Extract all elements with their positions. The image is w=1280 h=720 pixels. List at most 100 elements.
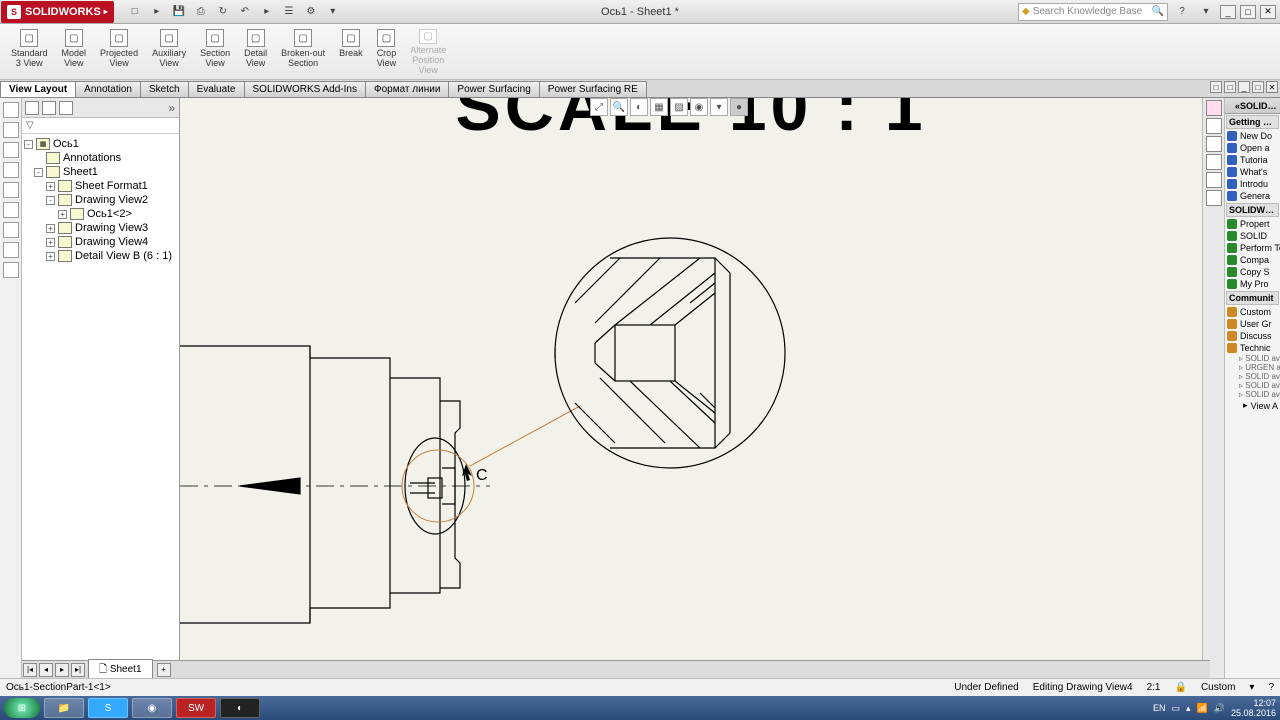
- task-pane-item[interactable]: Compa: [1225, 254, 1280, 266]
- tool-icon[interactable]: [3, 142, 19, 158]
- ribbon-button[interactable]: ▢SectionView: [193, 26, 237, 78]
- custom-props-tab-icon[interactable]: [1206, 190, 1222, 206]
- command-tab[interactable]: Sketch: [140, 81, 189, 97]
- skype-task-icon[interactable]: S: [88, 698, 128, 718]
- print-icon[interactable]: ⎙: [191, 3, 211, 21]
- collapse-icon[interactable]: »: [168, 101, 175, 115]
- tool-icon[interactable]: [3, 182, 19, 198]
- start-button[interactable]: ⊞: [4, 698, 40, 718]
- sheet-nav-prev[interactable]: ◂: [39, 663, 53, 677]
- more-icon[interactable]: ▾: [323, 3, 343, 21]
- tool-icon[interactable]: [3, 122, 19, 138]
- tree-item[interactable]: +Drawing View4: [24, 235, 177, 249]
- file-explorer-tab-icon[interactable]: [1206, 136, 1222, 152]
- tool-icon[interactable]: [3, 102, 19, 118]
- panel-btn-2[interactable]: □: [1224, 81, 1236, 93]
- task-pane-sub[interactable]: ▹ SOLID available: [1225, 354, 1280, 363]
- lock-icon[interactable]: 🔒: [1175, 682, 1187, 693]
- task-pane-item[interactable]: Perform Test: [1225, 242, 1280, 254]
- task-pane-item[interactable]: SOLID: [1225, 230, 1280, 242]
- feature-tree[interactable]: -▦ Ось1 Annotations-Sheet1+Sheet Format1…: [22, 134, 179, 678]
- task-pane-item[interactable]: Custom: [1225, 306, 1280, 318]
- tp-section-getting-started[interactable]: Getting Sta: [1226, 115, 1279, 129]
- add-sheet-button[interactable]: +: [157, 663, 171, 677]
- select-icon[interactable]: ▸: [257, 3, 277, 21]
- close-button[interactable]: ✕: [1260, 5, 1276, 19]
- task-pane-item[interactable]: Technic: [1225, 342, 1280, 354]
- tray-up-icon[interactable]: ▴: [1186, 703, 1191, 714]
- help-icon[interactable]: ?: [1172, 3, 1192, 21]
- solidworks-task-icon[interactable]: SW: [176, 698, 216, 718]
- tray-clock[interactable]: 12:07 25.08.2016: [1231, 698, 1276, 718]
- tray-volume-icon[interactable]: 🔊: [1214, 703, 1225, 714]
- save-icon[interactable]: 💾: [169, 3, 189, 21]
- status-units[interactable]: Custom: [1201, 682, 1235, 693]
- tree-item[interactable]: +Ось1<2>: [24, 207, 177, 221]
- ribbon-button[interactable]: ▢AuxiliaryView: [145, 26, 193, 78]
- task-pane-item[interactable]: Propert: [1225, 218, 1280, 230]
- settings-icon[interactable]: ⚙: [301, 3, 321, 21]
- tray-flag-icon[interactable]: ▭: [1171, 703, 1180, 714]
- task-pane-sub[interactable]: ▹ SOLID available: [1225, 390, 1280, 399]
- undo-icon[interactable]: ↶: [235, 3, 255, 21]
- resources-tab-icon[interactable]: [1206, 100, 1222, 116]
- command-tab[interactable]: View Layout: [0, 81, 76, 97]
- command-tab[interactable]: Power Surfacing: [448, 81, 539, 97]
- tree-tab-icon[interactable]: [59, 101, 73, 115]
- open-icon[interactable]: ▸: [147, 3, 167, 21]
- drawing-canvas[interactable]: SCALE 10 : 1: [180, 98, 1202, 678]
- panel-btn-5[interactable]: ✕: [1266, 81, 1278, 93]
- sheet-nav-first[interactable]: |◂: [23, 663, 37, 677]
- tree-item[interactable]: +Detail View B (6 : 1): [24, 249, 177, 263]
- tool-icon[interactable]: [3, 262, 19, 278]
- view-settings-icon[interactable]: ▾: [710, 98, 728, 116]
- task-pane-item[interactable]: Tutoria: [1225, 154, 1280, 166]
- options-icon[interactable]: ☰: [279, 3, 299, 21]
- detail-view[interactable]: [555, 238, 785, 468]
- ribbon-button[interactable]: ▢DetailView: [237, 26, 274, 78]
- task-pane-item[interactable]: Open a: [1225, 142, 1280, 154]
- prev-view-icon[interactable]: ◐: [630, 98, 648, 116]
- tree-root[interactable]: -▦ Ось1: [24, 137, 177, 151]
- maximize-button[interactable]: □: [1240, 5, 1256, 19]
- task-pane-header[interactable]: « SOLID…: [1225, 98, 1280, 114]
- tree-item[interactable]: Annotations: [24, 151, 177, 165]
- task-pane-item[interactable]: User Gr: [1225, 318, 1280, 330]
- dropdown-icon[interactable]: ▾: [1196, 3, 1216, 21]
- panel-btn-3[interactable]: _: [1238, 81, 1250, 93]
- task-pane-item[interactable]: Discuss: [1225, 330, 1280, 342]
- tree-item[interactable]: -Drawing View2: [24, 193, 177, 207]
- tree-item[interactable]: +Sheet Format1: [24, 179, 177, 193]
- panel-btn-1[interactable]: □: [1210, 81, 1222, 93]
- new-icon[interactable]: □: [125, 3, 145, 21]
- tree-item[interactable]: +Drawing View3: [24, 221, 177, 235]
- display-style-icon[interactable]: ▨: [670, 98, 688, 116]
- status-dropdown-icon[interactable]: ▾: [1249, 682, 1254, 693]
- tree-tab-icon[interactable]: [25, 101, 39, 115]
- task-pane-item[interactable]: What's: [1225, 166, 1280, 178]
- task-pane-sub[interactable]: ▹ URGEN available: [1225, 363, 1280, 372]
- command-tab[interactable]: Формат линии: [365, 81, 449, 97]
- panel-btn-4[interactable]: □: [1252, 81, 1264, 93]
- task-pane-sub[interactable]: ▹ SOLID available: [1225, 381, 1280, 390]
- search-icon[interactable]: 🔍: [1152, 6, 1164, 17]
- view-palette-tab-icon[interactable]: [1206, 154, 1222, 170]
- rebuild-icon[interactable]: ↻: [213, 3, 233, 21]
- minimize-button[interactable]: _: [1220, 5, 1236, 19]
- section-view-icon[interactable]: ▦: [650, 98, 668, 116]
- task-pane-item[interactable]: Genera: [1225, 190, 1280, 202]
- chrome-task-icon[interactable]: ◉: [132, 698, 172, 718]
- tp-view-all[interactable]: ▸ View A: [1225, 399, 1280, 412]
- tool-icon[interactable]: [3, 162, 19, 178]
- sheet-nav-next[interactable]: ▸: [55, 663, 69, 677]
- status-help-icon[interactable]: ?: [1268, 682, 1274, 693]
- command-tab[interactable]: SOLIDWORKS Add-Ins: [244, 81, 366, 97]
- ribbon-button[interactable]: ▢Break: [332, 26, 370, 78]
- ribbon-button[interactable]: ▢Broken-outSection: [274, 26, 332, 78]
- tree-tab-icon[interactable]: [42, 101, 56, 115]
- task-pane-item[interactable]: My Pro: [1225, 278, 1280, 290]
- status-zoom[interactable]: 2:1: [1147, 682, 1161, 693]
- explorer-task-icon[interactable]: 📁: [44, 698, 84, 718]
- task-pane-sub[interactable]: ▹ SOLID available: [1225, 372, 1280, 381]
- ribbon-button[interactable]: ▢ProjectedView: [93, 26, 145, 78]
